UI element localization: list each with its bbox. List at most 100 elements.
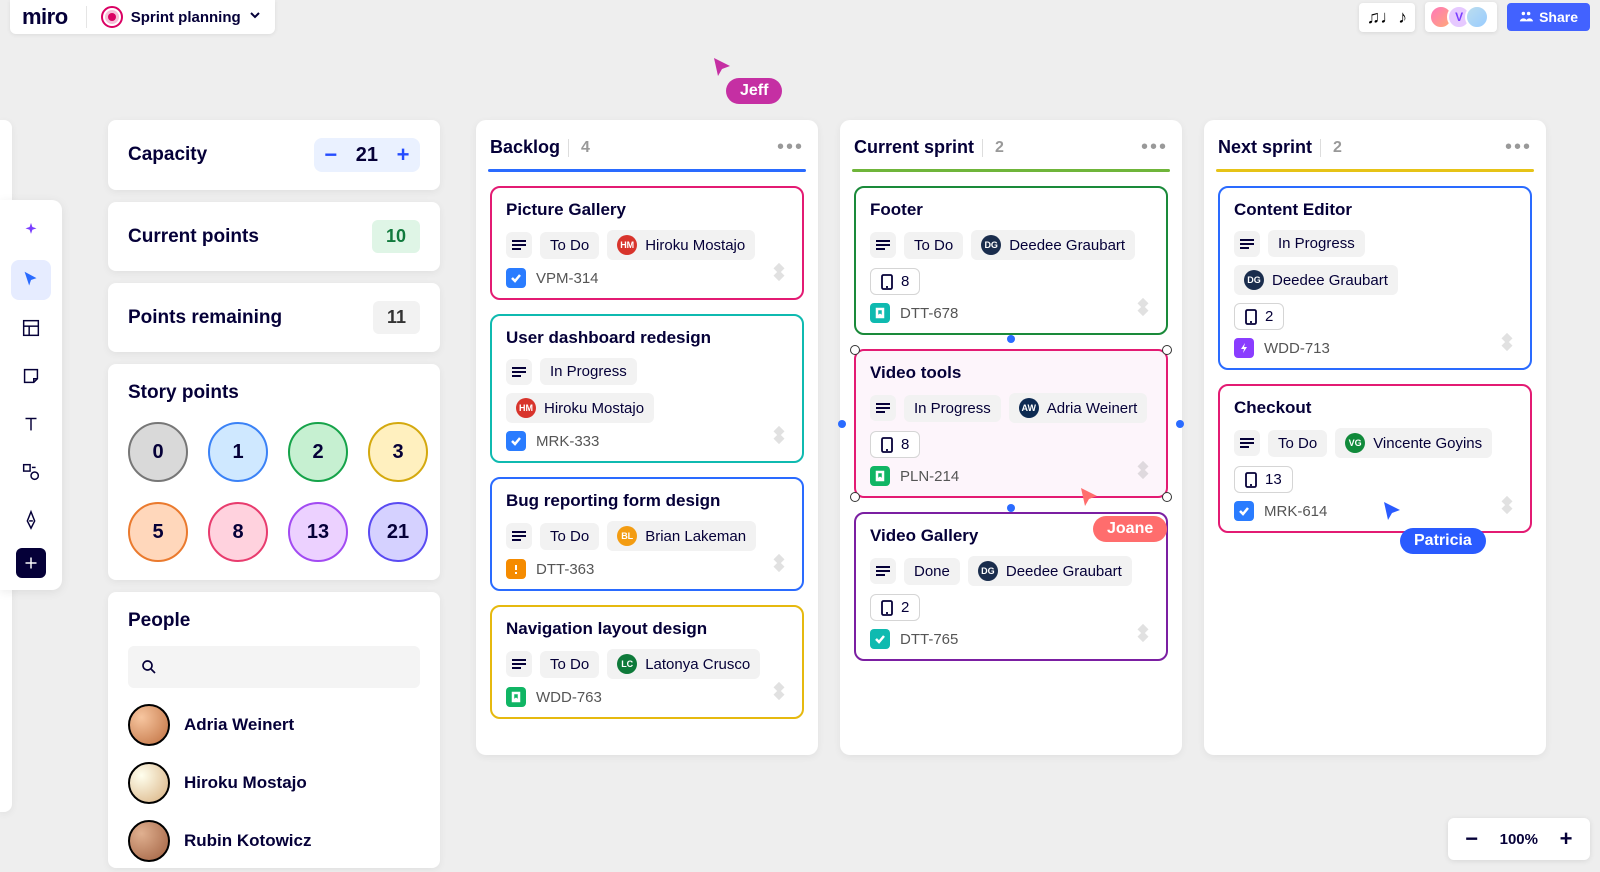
presence-avatars[interactable]: V [1425, 2, 1497, 32]
shapes-tool[interactable] [11, 452, 51, 492]
points-chip[interactable]: 8 [870, 431, 920, 458]
points-chip[interactable]: 8 [870, 268, 920, 295]
zoom-out-button[interactable]: − [1462, 826, 1482, 852]
assignee-avatar: DG [978, 561, 998, 581]
select-tool[interactable] [11, 260, 51, 300]
story-point-token[interactable]: 1 [208, 422, 268, 482]
story-point-token[interactable]: 21 [368, 502, 428, 562]
selection-mid-handle[interactable] [1007, 335, 1015, 343]
points-chip[interactable]: 2 [870, 594, 920, 621]
card-title: Checkout [1234, 398, 1516, 418]
capacity-stepper[interactable]: − 21 + [314, 138, 420, 172]
tablet-icon [1245, 472, 1257, 488]
ai-tool[interactable] [11, 212, 51, 252]
card[interactable]: Bug reporting form design To Do BL Brian… [490, 477, 804, 591]
selection-mid-handle[interactable] [1007, 504, 1015, 512]
card[interactable]: User dashboard redesign In Progress HM H… [490, 314, 804, 463]
assignee-avatar: LC [617, 654, 637, 674]
column-backlog[interactable]: Backlog 4 ••• Picture Gallery To Do HM H… [476, 120, 818, 755]
share-button[interactable]: Share [1507, 3, 1590, 31]
column-underline [1216, 169, 1534, 172]
selection-mid-handle[interactable] [1176, 420, 1184, 428]
music-button[interactable]: ♫♩♪ [1359, 3, 1416, 32]
story-points-panel: Story points 0 1 2 3 5 8 13 21 [108, 364, 440, 580]
assignee-chip[interactable]: HM Hiroku Mostajo [506, 393, 654, 423]
text-tool[interactable] [11, 404, 51, 444]
status-chip[interactable]: To Do [540, 523, 599, 550]
status-chip[interactable]: To Do [904, 232, 963, 259]
card-selected[interactable]: Video tools In Progress AW Adria Weinert… [854, 349, 1168, 498]
status-chip[interactable]: To Do [540, 651, 599, 678]
logo[interactable]: miro [22, 4, 68, 30]
assignee-chip[interactable]: DG Deedee Graubart [968, 556, 1132, 586]
person-row[interactable]: Adria Weinert [128, 704, 420, 746]
assignee-chip[interactable]: DG Deedee Graubart [1234, 265, 1398, 295]
card[interactable]: Footer To Do DG Deedee Graubart 8 DTT-67… [854, 186, 1168, 335]
template-tool[interactable] [11, 308, 51, 348]
column-next-sprint[interactable]: Next sprint 2 ••• Content Editor In Prog… [1204, 120, 1546, 755]
selection-handle[interactable] [1162, 492, 1172, 502]
assignee-chip[interactable]: HM Hiroku Mostajo [607, 230, 755, 260]
points-chip[interactable]: 2 [1234, 303, 1284, 330]
points-chip[interactable]: 13 [1234, 466, 1293, 493]
assignee-chip[interactable]: VG Vincente Goyins [1335, 428, 1492, 458]
story-point-token[interactable]: 13 [288, 502, 348, 562]
status-chip[interactable]: To Do [1268, 430, 1327, 457]
zoom-in-button[interactable]: + [1556, 826, 1576, 852]
story-point-token[interactable]: 3 [368, 422, 428, 482]
current-points-panel: Current points 10 [108, 202, 440, 271]
card[interactable]: Content Editor In Progress DG Deedee Gra… [1218, 186, 1532, 370]
person-row[interactable]: Rubin Kotowicz [128, 820, 420, 862]
person-row[interactable]: Hiroku Mostajo [128, 762, 420, 804]
card-title: Bug reporting form design [506, 491, 788, 511]
assignee-chip[interactable]: DG Deedee Graubart [971, 230, 1135, 260]
capacity-panel: Capacity − 21 + [108, 120, 440, 190]
story-point-token[interactable]: 5 [128, 502, 188, 562]
issue-type-icon [506, 687, 526, 707]
card[interactable]: Picture Gallery To Do HM Hiroku Mostajo … [490, 186, 804, 300]
status-chip[interactable]: Done [904, 558, 960, 585]
people-panel: People Adria Weinert Hiroku Mostajo Rubi… [108, 592, 440, 868]
column-menu-icon[interactable]: ••• [1505, 136, 1532, 159]
board-name[interactable]: Sprint planning [131, 9, 241, 26]
description-icon [870, 558, 896, 584]
assignee-name: Latonya Crusco [645, 656, 750, 673]
selection-handle[interactable] [850, 345, 860, 355]
tablet-icon [881, 274, 893, 290]
toolbar [0, 200, 62, 590]
selection-handle[interactable] [1162, 345, 1172, 355]
status-chip[interactable]: In Progress [540, 358, 637, 385]
assignee-chip[interactable]: LC Latonya Crusco [607, 649, 760, 679]
card[interactable]: Navigation layout design To Do LC Latony… [490, 605, 804, 719]
pen-tool[interactable] [11, 500, 51, 540]
column-menu-icon[interactable]: ••• [777, 136, 804, 159]
zoom-value[interactable]: 100% [1500, 831, 1538, 848]
decrement-button[interactable]: − [320, 142, 342, 168]
story-points-label: Story points [128, 382, 420, 404]
search-icon [140, 658, 158, 676]
story-point-token[interactable]: 2 [288, 422, 348, 482]
assignee-name: Deedee Graubart [1272, 272, 1388, 289]
chevron-down-icon[interactable] [249, 8, 261, 26]
story-point-token[interactable]: 8 [208, 502, 268, 562]
status-chip[interactable]: To Do [540, 232, 599, 259]
card[interactable]: Checkout To Do VG Vincente Goyins 13 MRK… [1218, 384, 1532, 533]
selection-mid-handle[interactable] [838, 420, 846, 428]
status-chip[interactable]: In Progress [904, 395, 1001, 422]
add-tool[interactable] [16, 548, 46, 578]
issue-key: MRK-614 [1264, 503, 1327, 520]
sticky-tool[interactable] [11, 356, 51, 396]
column-current-sprint[interactable]: Current sprint 2 ••• Footer To Do DG Dee… [840, 120, 1182, 755]
increment-button[interactable]: + [392, 142, 414, 168]
assignee-chip[interactable]: AW Adria Weinert [1009, 393, 1148, 423]
column-menu-icon[interactable]: ••• [1141, 136, 1168, 159]
column-title: Next sprint [1218, 137, 1312, 158]
story-point-token[interactable]: 0 [128, 422, 188, 482]
card[interactable]: Video Gallery Done DG Deedee Graubart 2 … [854, 512, 1168, 661]
jira-icon [1132, 296, 1154, 323]
selection-handle[interactable] [850, 492, 860, 502]
avatar [128, 820, 170, 862]
people-search[interactable] [128, 646, 420, 688]
assignee-chip[interactable]: BL Brian Lakeman [607, 521, 756, 551]
status-chip[interactable]: In Progress [1268, 230, 1365, 257]
